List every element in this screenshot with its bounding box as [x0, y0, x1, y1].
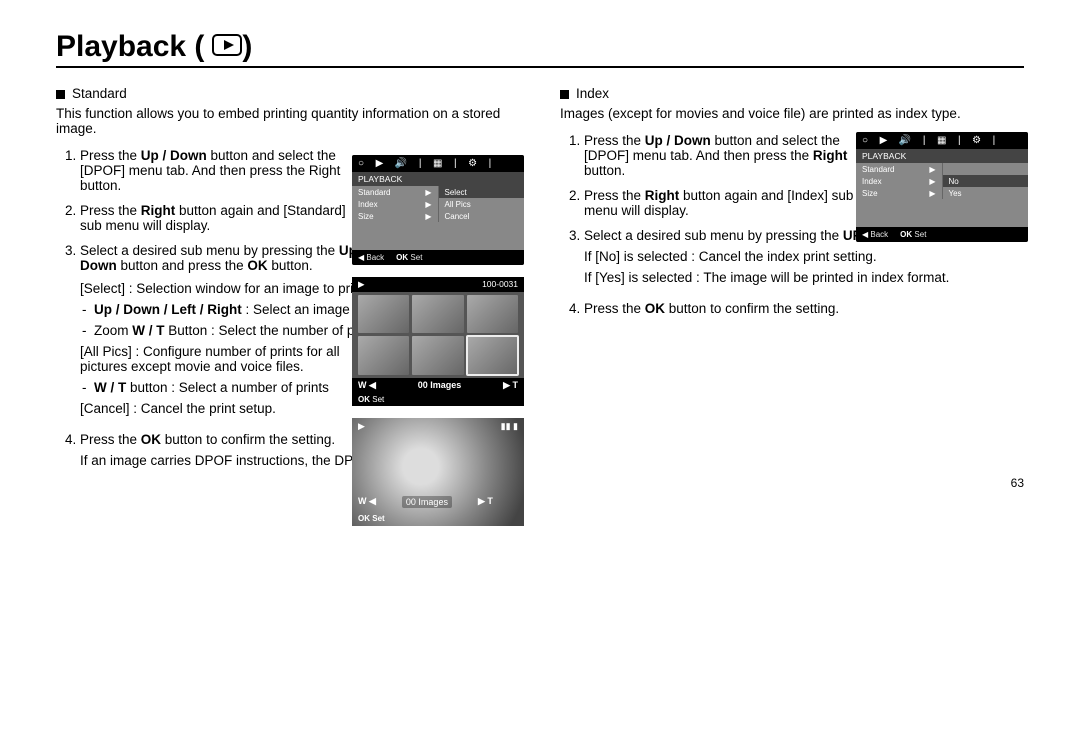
select-image-screenshot: ▶100-0031 W ◀00 Images▶ T OK Set: [352, 277, 524, 406]
index-menu-screenshot: ○ ▶ 🔊 | ▦ | ⚙ | PLAYBACK Standard▶ Index…: [856, 132, 1028, 242]
menu-row-size: Size▶Cancel: [352, 210, 524, 222]
battery-icon: ▮▮ ▮: [501, 421, 518, 432]
top-icons: ○ ▶ 🔊 | ▦ | ⚙ |: [856, 132, 1028, 149]
menu-row-size: Size▶Yes: [856, 187, 1028, 199]
section-index: Index: [560, 86, 1024, 101]
menu-row-standard: Standard▶: [856, 163, 1028, 175]
allpics-screenshot: ▶ ▮▮ ▮ W ◀00 Images▶ T OK Set: [352, 418, 524, 526]
square-bullet-icon: [56, 90, 65, 99]
right-column: Index Images (except for movies and voic…: [560, 86, 1024, 484]
menu-row-index: Index▶All Pics: [352, 198, 524, 210]
top-icons: ○ ▶ 🔊 | ▦ | ⚙ |: [352, 155, 524, 172]
playback-icon: ▶: [358, 421, 365, 432]
menu-row-index: Index▶No: [856, 175, 1028, 187]
playback-icon: [212, 30, 242, 64]
page-title: Playback ( ): [56, 30, 1024, 68]
menu-row-standard: Standard▶Select: [352, 186, 524, 198]
page-number: 63: [1011, 476, 1024, 490]
dpof-menu-screenshot: ○ ▶ 🔊 | ▦ | ⚙ | PLAYBACK Standard▶Select…: [352, 155, 524, 265]
section-standard: Standard: [56, 86, 520, 101]
left-figures: ○ ▶ 🔊 | ▦ | ⚙ | PLAYBACK Standard▶Select…: [352, 155, 524, 526]
left-column: Standard This function allows you to emb…: [56, 86, 520, 484]
square-bullet-icon: [560, 90, 569, 99]
right-figure: ○ ▶ 🔊 | ▦ | ⚙ | PLAYBACK Standard▶ Index…: [856, 132, 1028, 242]
